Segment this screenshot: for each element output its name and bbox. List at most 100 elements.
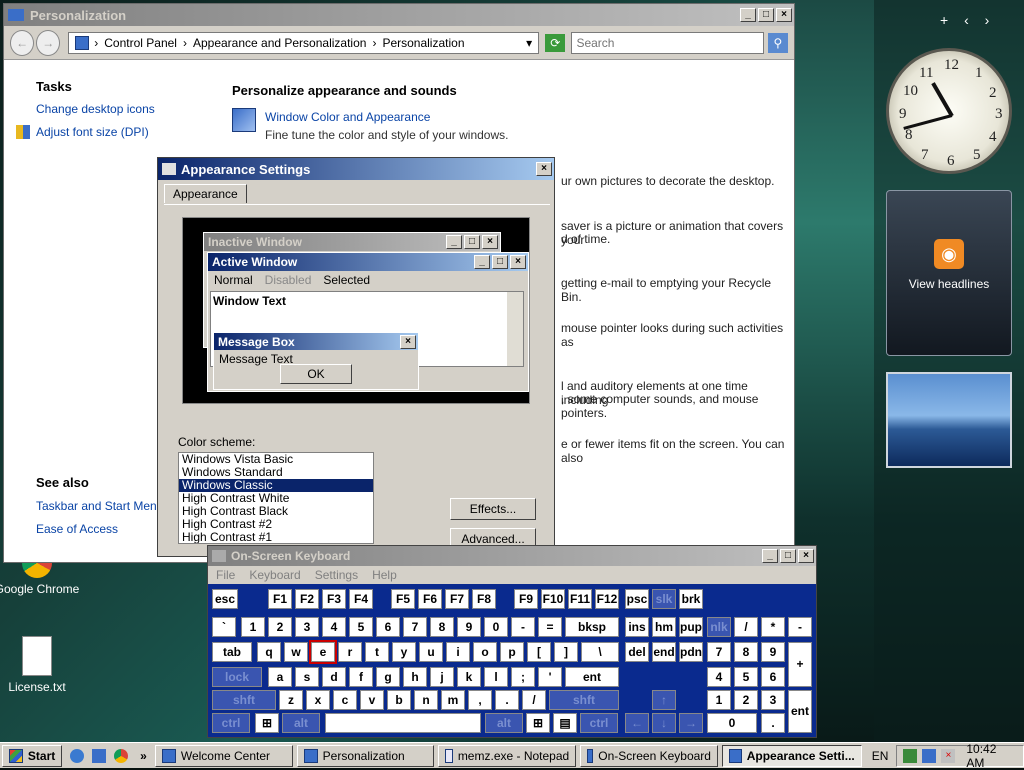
osk-key[interactable]: [	[527, 642, 551, 662]
osk-key[interactable]: h	[403, 667, 427, 687]
osk-key[interactable]: alt	[485, 713, 523, 733]
osk-key[interactable]: ,	[468, 690, 492, 710]
osk-key[interactable]: 2	[734, 690, 758, 710]
taskbar-button-welcome[interactable]: Welcome Center	[154, 744, 293, 767]
personalization-titlebar[interactable]: Personalization _ □ ×	[4, 4, 794, 26]
sidebar-next-button[interactable]: ›	[985, 12, 990, 28]
osk-key[interactable]: j	[430, 667, 454, 687]
see-also-link-taskbar[interactable]: Taskbar and Start Menu	[36, 499, 163, 513]
breadcrumb-item[interactable]: Appearance and Personalization	[193, 36, 366, 50]
osk-key[interactable]: hm	[652, 617, 676, 637]
taskbar-button-personalization[interactable]: Personalization	[296, 744, 435, 767]
osk-key[interactable]: -	[788, 617, 812, 637]
osk-menu-keyboard[interactable]: Keyboard	[249, 566, 300, 584]
chevron-down-icon[interactable]: ▾	[526, 36, 532, 50]
osk-key[interactable]: ;	[511, 667, 535, 687]
osk-key[interactable]: ⊞	[255, 713, 279, 733]
osk-key[interactable]: 6	[761, 667, 785, 687]
osk-key[interactable]: +	[788, 642, 812, 687]
osk-key[interactable]: l	[484, 667, 508, 687]
osk-titlebar[interactable]: On-Screen Keyboard _ □ ×	[208, 546, 816, 566]
sidebar-prev-button[interactable]: ‹	[964, 12, 969, 28]
osk-key[interactable]: F2	[295, 589, 319, 609]
refresh-icon[interactable]: ⟳	[545, 33, 566, 52]
osk-key[interactable]: F1	[268, 589, 292, 609]
osk-key[interactable]: ⊞	[526, 713, 550, 733]
osk-key[interactable]: r	[338, 642, 362, 662]
osk-key[interactable]: v	[360, 690, 384, 710]
osk-key[interactable]: bksp	[565, 617, 619, 637]
osk-key[interactable]: ]	[554, 642, 578, 662]
color-scheme-list[interactable]: Windows Vista Basic Windows Standard Win…	[178, 452, 374, 544]
osk-key[interactable]: 1	[707, 690, 731, 710]
scheme-option[interactable]: High Contrast #1	[179, 531, 373, 544]
osk-key[interactable]: F7	[445, 589, 469, 609]
osk-key[interactable]: /	[522, 690, 546, 710]
feed-headlines-gadget[interactable]: ◉ View headlines	[886, 190, 1012, 356]
osk-key[interactable]: 3	[761, 690, 785, 710]
osk-key[interactable]: F12	[595, 589, 619, 609]
osk-key[interactable]: F4	[349, 589, 373, 609]
osk-key[interactable]: alt	[282, 713, 320, 733]
desktop-icon-license[interactable]: License.txt	[0, 636, 82, 694]
osk-key[interactable]: -	[511, 617, 535, 637]
close-button[interactable]: ×	[776, 8, 792, 22]
osk-key[interactable]: o	[473, 642, 497, 662]
osk-key[interactable]: b	[387, 690, 411, 710]
osk-key[interactable]: n	[414, 690, 438, 710]
osk-key[interactable]: m	[441, 690, 465, 710]
osk-key[interactable]: 7	[707, 642, 731, 662]
osk-menu-file[interactable]: File	[216, 566, 235, 584]
osk-key[interactable]: =	[538, 617, 562, 637]
osk-key[interactable]: d	[322, 667, 346, 687]
osk-key[interactable]: pup	[679, 617, 703, 637]
osk-key[interactable]: del	[625, 642, 649, 662]
osk-key[interactable]: ↑	[652, 690, 676, 710]
osk-key[interactable]: u	[419, 642, 443, 662]
osk-key[interactable]: 5	[349, 617, 373, 637]
forward-button[interactable]: →	[36, 29, 61, 56]
osk-key[interactable]: 5	[734, 667, 758, 687]
close-button[interactable]: ×	[798, 549, 814, 563]
osk-key[interactable]: g	[376, 667, 400, 687]
osk-key[interactable]: 7	[403, 617, 427, 637]
osk-key[interactable]: ins	[625, 617, 649, 637]
taskbar-button-notepad[interactable]: memz.exe - Notepad	[438, 744, 577, 767]
osk-key[interactable]: F3	[322, 589, 346, 609]
osk-key[interactable]: esc	[212, 589, 238, 609]
osk-key[interactable]: '	[538, 667, 562, 687]
osk-menu-settings[interactable]: Settings	[315, 566, 358, 584]
ie-icon[interactable]	[70, 748, 85, 763]
osk-key[interactable]: 6	[376, 617, 400, 637]
task-link-font-size[interactable]: Adjust font size (DPI)	[36, 125, 149, 139]
taskbar-button-appearance[interactable]: Appearance Setti...	[721, 744, 862, 767]
minimize-button[interactable]: _	[762, 549, 778, 563]
osk-key[interactable]: →	[679, 713, 703, 733]
osk-key[interactable]: 4	[707, 667, 731, 687]
osk-key[interactable]: p	[500, 642, 524, 662]
chrome-icon[interactable]	[114, 748, 129, 763]
sidebar-add-button[interactable]: +	[940, 12, 948, 28]
osk-key[interactable]: F8	[472, 589, 496, 609]
maximize-button[interactable]: □	[758, 8, 774, 22]
osk-key[interactable]: brk	[679, 589, 703, 609]
osk-key[interactable]: tab	[212, 642, 252, 662]
quicklaunch-chevron-icon[interactable]: »	[140, 749, 147, 763]
osk-key[interactable]: slk	[652, 589, 676, 609]
osk-key[interactable]: end	[652, 642, 676, 662]
osk-key[interactable]: 3	[295, 617, 319, 637]
osk-key[interactable]: 4	[322, 617, 346, 637]
osk-key[interactable]	[325, 713, 481, 733]
osk-key[interactable]: ent	[788, 690, 812, 733]
osk-key[interactable]: F9	[514, 589, 538, 609]
task-link-desktop-icons[interactable]: Change desktop icons	[36, 102, 155, 116]
breadcrumb-item[interactable]: Personalization	[382, 36, 464, 50]
osk-key[interactable]: F11	[568, 589, 592, 609]
osk-key[interactable]: shft	[549, 690, 619, 710]
osk-key[interactable]: t	[365, 642, 389, 662]
appearance-titlebar[interactable]: Appearance Settings ×	[158, 158, 554, 180]
osk-key[interactable]: f	[349, 667, 373, 687]
osk-key[interactable]: F5	[391, 589, 415, 609]
osk-key[interactable]: shft	[212, 690, 276, 710]
osk-key[interactable]: 9	[457, 617, 481, 637]
